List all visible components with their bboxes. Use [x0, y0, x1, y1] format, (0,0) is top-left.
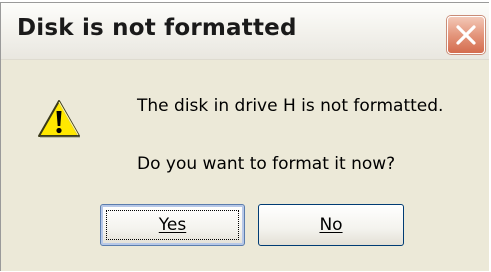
dialog-window: Disk is not formatted The disk in drive … — [0, 2, 489, 271]
message-line-1: The disk in drive H is not formatted. — [137, 96, 444, 116]
no-button[interactable]: No — [258, 204, 404, 246]
title-bar[interactable]: Disk is not formatted — [1, 3, 489, 60]
close-icon — [456, 25, 476, 45]
dialog-body: The disk in drive H is not formatted. Do… — [1, 60, 489, 272]
no-button-label: No — [319, 215, 343, 235]
message-line-2: Do you want to format it now? — [137, 154, 396, 174]
close-button[interactable] — [447, 16, 485, 54]
dialog-title: Disk is not formatted — [17, 15, 297, 41]
yes-button-label: Yes — [158, 215, 187, 235]
yes-button[interactable]: Yes — [100, 204, 245, 246]
warning-icon — [38, 100, 80, 138]
